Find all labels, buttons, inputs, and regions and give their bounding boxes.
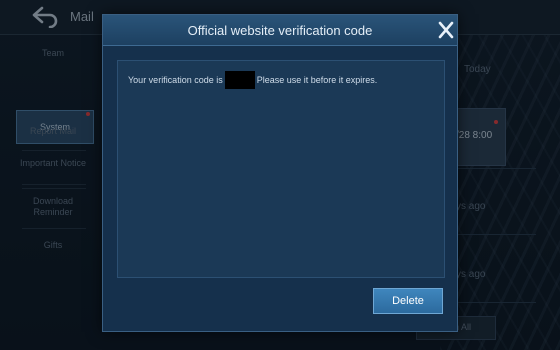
- mail-detail-dialog: Official website verification code Your …: [102, 14, 458, 332]
- close-icon: [438, 21, 454, 39]
- redacted-code: [224, 71, 255, 89]
- message-text-before: Your verification code is: [128, 75, 223, 85]
- close-button[interactable]: [436, 19, 456, 41]
- message-text-after: Please use it before it expires.: [256, 75, 378, 85]
- dialog-header: Official website verification code: [103, 15, 457, 46]
- mail-body: Your verification code is Please use it …: [117, 60, 445, 278]
- dialog-title: Official website verification code: [187, 23, 373, 38]
- delete-button[interactable]: Delete: [373, 288, 443, 314]
- mail-message: Your verification code is Please use it …: [128, 71, 377, 89]
